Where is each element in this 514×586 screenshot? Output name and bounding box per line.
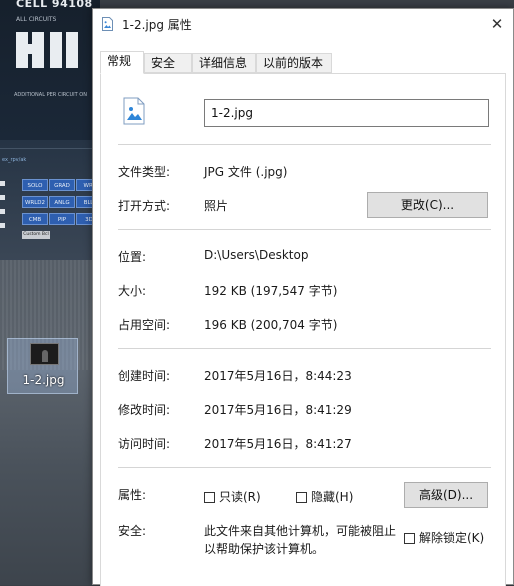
location-label: 位置: — [118, 250, 147, 264]
divider — [118, 144, 491, 145]
change-button[interactable]: 更改(C)... — [367, 192, 488, 218]
image-thumbnail-icon — [30, 343, 59, 365]
desktop-file-label: 1-2.jpg — [22, 373, 65, 387]
divider — [118, 467, 491, 468]
created-value: 2017年5月16日，8:44:23 — [204, 369, 352, 383]
readonly-label: 只读(R) — [219, 490, 261, 504]
wallpaper-small-link: ex_rpv/ak — [2, 157, 27, 163]
security-text-line1: 此文件来自其他计算机，可能被阻止 — [204, 524, 397, 538]
advanced-button[interactable]: 高级(D)... — [404, 482, 488, 508]
readonly-checkbox[interactable]: 只读(R) — [204, 488, 261, 504]
unblock-label: 解除锁定(K) — [419, 531, 485, 545]
size-value: 192 KB (197,547 字节) — [204, 284, 338, 298]
close-icon[interactable]: ✕ — [482, 13, 512, 35]
file-type-value: JPG 文件 (.jpg) — [204, 165, 288, 179]
image-file-icon — [102, 17, 113, 31]
unblock-checkbox[interactable]: 解除锁定(K) — [404, 529, 484, 545]
size-label: 大小: — [118, 284, 147, 298]
divider — [118, 229, 491, 230]
tab-details[interactable]: 详细信息 — [192, 53, 256, 73]
security-label: 安全: — [118, 524, 147, 538]
file-type-label: 文件类型: — [118, 165, 171, 179]
attributes-label: 属性: — [118, 488, 147, 502]
tab-previous-versions[interactable]: 以前的版本 — [256, 53, 332, 73]
wallpaper-checks — [0, 181, 6, 237]
open-with-label: 打开方式: — [118, 199, 171, 213]
desktop-file-icon[interactable]: 1-2.jpg — [7, 338, 78, 394]
dialog-title: 1-2.jpg 属性 — [122, 18, 192, 32]
accessed-value: 2017年5月16日，8:41:27 — [204, 437, 352, 451]
grid-button: GRAD — [49, 179, 75, 191]
size-on-disk-label: 占用空间: — [118, 318, 171, 332]
grid-custom-button: Custom Bcl — [22, 231, 50, 239]
wallpaper-additional-text: ADDITIONAL PER CIRCUIT ON — [14, 92, 87, 98]
open-with-value: 照片 — [204, 199, 229, 213]
desktop-background: CELL 94108 ALL CIRCUITS ADDITIONAL PER C… — [0, 0, 100, 585]
modified-label: 修改时间: — [118, 403, 171, 417]
checkbox-icon[interactable] — [204, 492, 215, 503]
file-name-field[interactable] — [204, 99, 489, 127]
general-tab-panel: 文件类型: JPG 文件 (.jpg) 打开方式: 照片 更改(C)... 位置… — [100, 73, 506, 586]
grid-button: PIP — [49, 213, 75, 225]
tab-security[interactable]: 安全 — [144, 53, 192, 73]
properties-dialog: 1-2.jpg 属性 ✕ 常规 安全 详细信息 以前的版本 文件类型: JPG … — [92, 8, 514, 586]
hidden-checkbox[interactable]: 隐藏(H) — [296, 488, 353, 504]
wallpaper-all-circuits: ALL CIRCUITS — [16, 16, 57, 23]
wallpaper-logo — [16, 32, 78, 80]
tab-general[interactable]: 常规 — [100, 51, 144, 74]
wallpaper-panel: CELL 94108 ALL CIRCUITS ADDITIONAL PER C… — [0, 0, 100, 140]
checkbox-icon[interactable] — [404, 533, 415, 544]
grid-button: CMB — [22, 213, 48, 225]
created-label: 创建时间: — [118, 369, 171, 383]
checkbox-icon[interactable] — [296, 492, 307, 503]
image-file-icon — [123, 97, 145, 125]
wallpaper-cell-title: CELL 94108 — [16, 0, 93, 10]
title-bar[interactable]: 1-2.jpg 属性 ✕ — [93, 9, 513, 39]
modified-value: 2017年5月16日，8:41:29 — [204, 403, 352, 417]
hidden-label: 隐藏(H) — [311, 490, 354, 504]
accessed-label: 访问时间: — [118, 437, 171, 451]
grid-button: WRLD2 — [22, 196, 48, 208]
security-text-line2: 以帮助保护该计算机。 — [204, 542, 325, 556]
grid-button: SOLO — [22, 179, 48, 191]
location-value: D:\Users\Desktop — [204, 248, 309, 262]
size-on-disk-value: 196 KB (200,704 字节) — [204, 318, 338, 332]
divider — [118, 348, 491, 349]
grid-button: ANLG — [49, 196, 75, 208]
